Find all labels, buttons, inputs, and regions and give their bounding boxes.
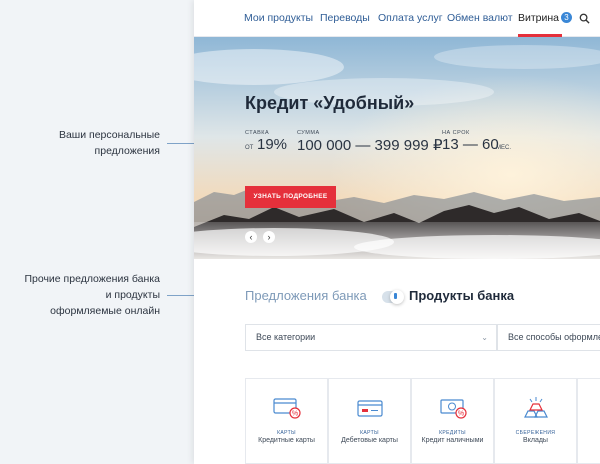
hero-title: Кредит «Удобный» [245, 93, 415, 113]
nav-my-products[interactable]: Мои продукты [244, 12, 313, 24]
annotation-line-1: Прочие предложения банка [24, 273, 160, 285]
product-cards: % КАРТЫ Кредитные карты КАРТЫ Дебетовые … [245, 378, 600, 464]
product-card-credit-cards[interactable]: % КАРТЫ Кредитные карты [245, 378, 328, 464]
prev-slide-button[interactable]: ‹ [245, 231, 257, 243]
annotation-line-2: предложения [94, 145, 160, 157]
search-icon[interactable] [579, 13, 590, 24]
amount-value: 100 000 — 399 999 ₽ [297, 137, 443, 154]
term-value: 13 — 60 [442, 136, 499, 153]
debit-card-icon [357, 400, 383, 417]
next-slide-button[interactable]: › [263, 231, 275, 243]
offers-products-toggle[interactable] [382, 290, 404, 304]
tab-bank-products[interactable]: Продукты банка [409, 288, 514, 303]
annotation-line-3: оформляемые онлайн [50, 305, 160, 317]
product-card-partial[interactable] [577, 378, 600, 464]
chevron-down-icon: ⌄ [481, 333, 488, 342]
card-category: КРЕДИТЫ [439, 430, 466, 436]
rate-value: 19% [257, 136, 288, 153]
annotation-other-offers: Прочие предложения банка и продукты офор… [0, 271, 160, 319]
bank-page: Мои продукты Переводы Оплата услуг Обмен… [194, 0, 600, 464]
product-card-cash-loan[interactable]: % КРЕДИТЫ Кредит наличными [411, 378, 494, 464]
card-name: Дебетовые карты [341, 437, 398, 444]
card-name: Кредит наличными [421, 437, 484, 444]
category-select[interactable]: Все категории ⌄ [245, 324, 497, 351]
nav-showcase[interactable]: Витрина 3 [518, 12, 573, 24]
annotation-line-2: и продукты [105, 289, 160, 301]
card-name: Вклады [523, 437, 548, 444]
category-select-value: Все категории [256, 332, 316, 342]
method-select-value: Все способы оформления [508, 332, 600, 342]
toggle-knob [390, 290, 404, 304]
annotation-line-1: Ваши персональные [58, 129, 160, 141]
nav-transfers[interactable]: Переводы [320, 12, 370, 24]
card-name: Кредитные карты [258, 437, 315, 444]
rate-prefix: ОТ [245, 145, 254, 151]
nav-payments[interactable]: Оплата услуг [378, 12, 443, 24]
gold-bars-icon [524, 397, 548, 418]
top-nav: Мои продукты Переводы Оплата услуг Обмен… [194, 0, 600, 37]
card-category: КАРТЫ [277, 430, 296, 436]
cash-percent-icon: % [440, 399, 467, 419]
product-card-debit-cards[interactable]: КАРТЫ Дебетовые карты [328, 378, 411, 464]
nav-showcase-label: Витрина [518, 12, 560, 24]
nav-currency-exchange[interactable]: Обмен валют [447, 12, 513, 24]
card-category: КАРТЫ [360, 430, 379, 436]
svg-text:%: % [292, 411, 298, 418]
annotation-personal-offers: Ваши персональные предложения [0, 127, 160, 159]
method-select[interactable]: Все способы оформления [497, 324, 600, 351]
toggle-indicator [394, 293, 397, 299]
hero-banner: Кредит «Удобный» СТАВКА ОТ 19% СУММА 100… [194, 37, 600, 259]
learn-more-button[interactable]: УЗНАТЬ ПОДРОБНЕЕ [245, 186, 336, 208]
credit-card-percent-icon: % [273, 398, 301, 419]
product-card-deposits[interactable]: СБЕРЕЖЕНИЯ Вклады [494, 378, 577, 464]
nav-badge: 3 [561, 12, 573, 23]
tab-bank-offers[interactable]: Предложения банка [245, 288, 367, 303]
card-category: СБЕРЕЖЕНИЯ [515, 430, 556, 436]
term-suffix: МЕС. [496, 145, 511, 151]
svg-text:%: % [458, 411, 464, 418]
